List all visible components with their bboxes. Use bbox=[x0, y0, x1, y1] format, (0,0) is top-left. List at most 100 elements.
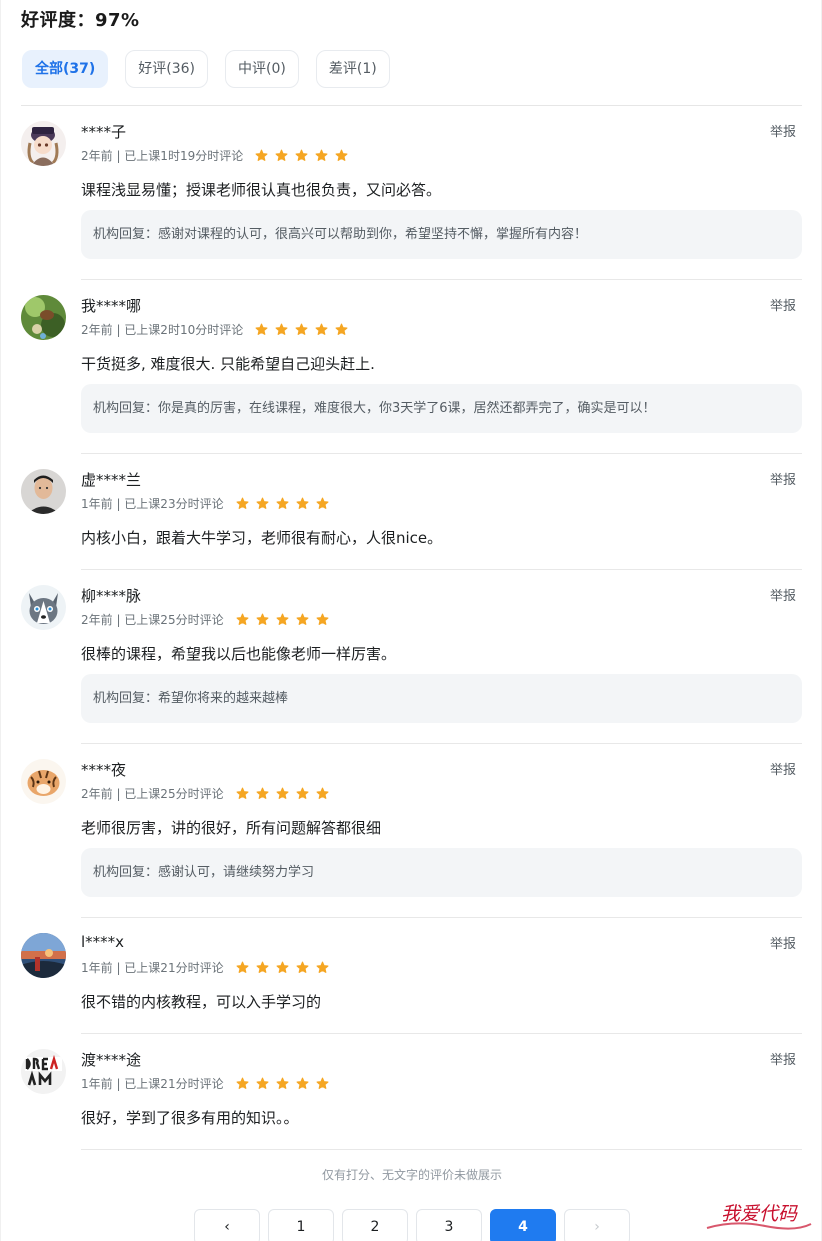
divider bbox=[21, 105, 802, 106]
review-filter-tabs: 全部(37) 好评(36) 中评(0) 差评(1) bbox=[22, 50, 390, 88]
star-icon bbox=[256, 497, 269, 509]
star-icon bbox=[316, 497, 329, 509]
review-meta: 1年前 | 已上课21分时评论 bbox=[81, 959, 329, 976]
star-icon bbox=[236, 787, 249, 799]
sunset-avatar[interactable] bbox=[21, 933, 66, 978]
divider bbox=[81, 1149, 802, 1150]
star-icon bbox=[236, 961, 249, 973]
review-content: 课程浅显易懂；授课老师很认真也很负责，又问必答。 bbox=[81, 181, 442, 199]
person-photo-avatar[interactable] bbox=[21, 469, 66, 514]
star-icon bbox=[316, 961, 329, 973]
star-icon bbox=[275, 323, 288, 335]
next-page-button[interactable]: › bbox=[564, 1209, 630, 1241]
review-content: 干货挺多, 难度很大. 只能希望自己迎头赶上. bbox=[81, 355, 375, 373]
review-time: 1年前 | 已上课21分时评论 bbox=[81, 961, 224, 975]
star-icon bbox=[255, 149, 268, 161]
divider bbox=[81, 917, 802, 918]
review-item: l****x 1年前 | 已上课21分时评论 举报 很不错的内核教程，可以入手学… bbox=[21, 919, 802, 1033]
review-content: 内核小白，跟着大牛学习，老师很有耐心，人很nice。 bbox=[81, 529, 443, 547]
divider bbox=[81, 1033, 802, 1034]
star-rating bbox=[236, 497, 329, 510]
star-icon bbox=[296, 497, 309, 509]
institution-reply: 机构回复：感谢对课程的认可，很高兴可以帮助到你，希望坚持不懈，掌握所有内容！ bbox=[81, 210, 802, 259]
review-meta: 2年前 | 已上课25分时评论 bbox=[81, 785, 329, 802]
star-icon bbox=[256, 1077, 269, 1089]
review-content: 很不错的内核教程，可以入手学习的 bbox=[81, 993, 322, 1011]
review-meta: 2年前 | 已上课2时10分时评论 bbox=[81, 321, 348, 338]
review-content: 很好，学到了很多有用的知识。。 bbox=[81, 1109, 299, 1127]
watermark-text: 我爱代码 bbox=[721, 1203, 798, 1225]
tab-negative[interactable]: 差评(1) bbox=[315, 50, 390, 88]
footer-note: 仅有打分、无文字的评价未做展示 bbox=[321, 1168, 502, 1182]
reviewer-name: 柳****脉 bbox=[81, 587, 142, 605]
review-time: 2年前 | 已上课2时10分时评论 bbox=[81, 323, 244, 337]
star-rating bbox=[236, 961, 329, 974]
page-button-4[interactable]: 4 bbox=[490, 1209, 556, 1241]
divider bbox=[81, 279, 802, 280]
reviewer-name: 我****哪 bbox=[81, 297, 142, 315]
star-icon bbox=[315, 323, 328, 335]
husky-avatar[interactable] bbox=[21, 585, 66, 630]
review-meta: 2年前 | 已上课1时19分时评论 bbox=[81, 147, 348, 164]
report-link[interactable]: 举报 bbox=[770, 933, 796, 952]
star-icon bbox=[236, 497, 249, 509]
star-icon bbox=[276, 613, 289, 625]
tab-all[interactable]: 全部(37) bbox=[22, 50, 109, 88]
review-time: 2年前 | 已上课25分时评论 bbox=[81, 787, 224, 801]
review-item: 虚****兰 1年前 | 已上课23分时评论 举报 内核小白，跟着大牛学习，老师… bbox=[21, 455, 802, 569]
report-link[interactable]: 举报 bbox=[770, 1049, 796, 1068]
star-icon bbox=[256, 961, 269, 973]
dream-text-avatar[interactable] bbox=[21, 1049, 66, 1094]
review-content: 很棒的课程，希望我以后也能像老师一样厉害。 bbox=[81, 645, 397, 663]
review-meta: 1年前 | 已上课23分时评论 bbox=[81, 495, 329, 512]
reviewer-name: l****x bbox=[81, 933, 125, 951]
report-link[interactable]: 举报 bbox=[770, 469, 796, 488]
report-link[interactable]: 举报 bbox=[770, 585, 796, 604]
tab-positive[interactable]: 好评(36) bbox=[125, 50, 209, 88]
institution-reply: 机构回复：你是真的厉害，在线课程，难度很大，你3天学了6课，居然还都弄完了，确实… bbox=[81, 384, 802, 433]
review-time: 2年前 | 已上课25分时评论 bbox=[81, 613, 224, 627]
divider bbox=[81, 743, 802, 744]
tiger-avatar[interactable] bbox=[21, 759, 66, 804]
review-item: 柳****脉 2年前 | 已上课25分时评论 举报 很棒的课程，希望我以后也能像… bbox=[21, 571, 802, 743]
nature-avatar[interactable] bbox=[21, 295, 66, 340]
anime-girl-avatar[interactable] bbox=[21, 121, 66, 166]
review-time: 2年前 | 已上课1时19分时评论 bbox=[81, 149, 244, 163]
review-item: ****夜 2年前 | 已上课25分时评论 举报 老师很厉害，讲的很好，所有问题… bbox=[21, 745, 802, 917]
reviewer-name: 虚****兰 bbox=[81, 471, 142, 489]
tab-neutral[interactable]: 中评(0) bbox=[225, 50, 299, 88]
report-link[interactable]: 举报 bbox=[770, 295, 796, 314]
institution-reply: 机构回复：希望你将来的越来越棒 bbox=[81, 674, 802, 723]
institution-reply: 机构回复：感谢认可，请继续努力学习 bbox=[81, 848, 802, 897]
review-content: 老师很厉害，讲的很好，所有问题解答都很细 bbox=[81, 819, 382, 837]
star-icon bbox=[316, 787, 329, 799]
review-item: ****子 2年前 | 已上课1时19分时评论 举报 课程浅显易懂；授课老师很认… bbox=[21, 107, 802, 279]
pagination: ‹ 1 2 3 4 › bbox=[194, 1209, 630, 1241]
star-icon bbox=[276, 1077, 289, 1089]
report-link[interactable]: 举报 bbox=[770, 121, 796, 140]
prev-page-button[interactable]: ‹ bbox=[194, 1209, 260, 1241]
rating-summary: 好评度：97% bbox=[21, 10, 140, 31]
star-icon bbox=[276, 961, 289, 973]
star-icon bbox=[276, 787, 289, 799]
star-icon bbox=[295, 323, 308, 335]
review-meta: 2年前 | 已上课25分时评论 bbox=[81, 611, 329, 628]
review-time: 1年前 | 已上课23分时评论 bbox=[81, 497, 224, 511]
star-rating bbox=[255, 149, 348, 162]
page-button-1[interactable]: 1 bbox=[268, 1209, 334, 1241]
review-time: 1年前 | 已上课21分时评论 bbox=[81, 1077, 224, 1091]
star-icon bbox=[256, 787, 269, 799]
page-button-3[interactable]: 3 bbox=[416, 1209, 482, 1241]
star-icon bbox=[276, 497, 289, 509]
star-icon bbox=[275, 149, 288, 161]
star-rating bbox=[236, 613, 329, 626]
star-icon bbox=[316, 613, 329, 625]
star-icon bbox=[236, 1077, 249, 1089]
star-icon bbox=[236, 613, 249, 625]
star-icon bbox=[296, 613, 309, 625]
report-link[interactable]: 举报 bbox=[770, 759, 796, 778]
review-item: 渡****途 1年前 | 已上课21分时评论 举报 很好，学到了很多有用的知识。… bbox=[21, 1035, 802, 1149]
star-icon bbox=[335, 323, 348, 335]
star-icon bbox=[296, 787, 309, 799]
page-button-2[interactable]: 2 bbox=[342, 1209, 408, 1241]
